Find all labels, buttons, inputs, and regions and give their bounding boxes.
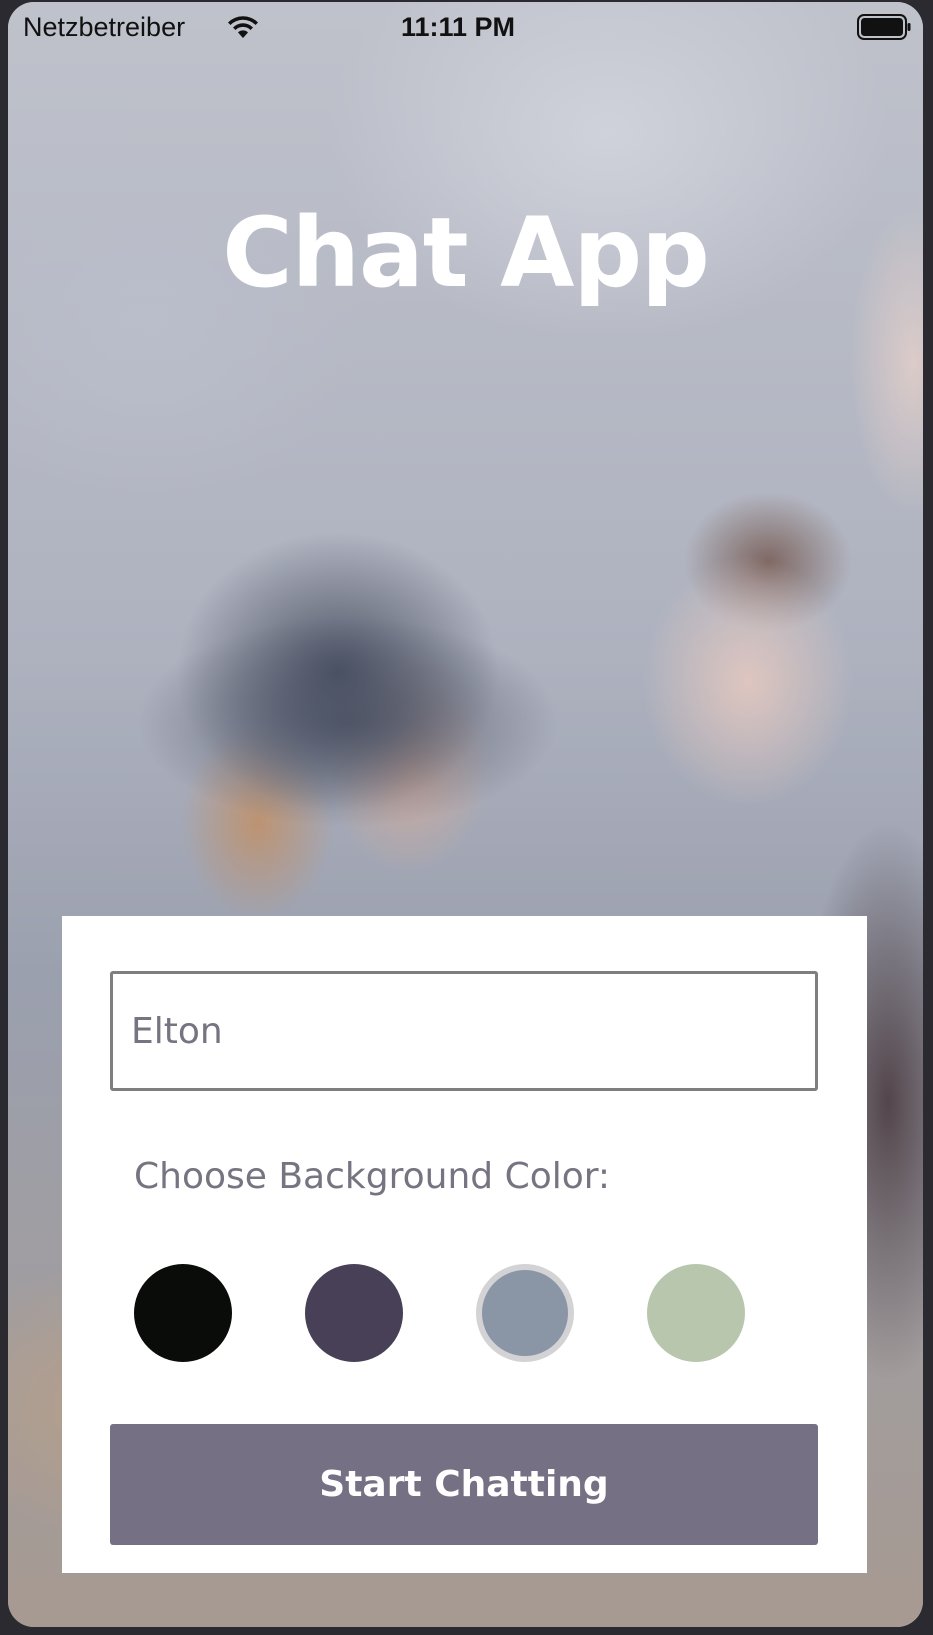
start-card: Choose Background Color: Start Chatting <box>62 916 867 1573</box>
status-bar: Netzbetreiber 11:11 PM <box>8 2 923 56</box>
start-chatting-button[interactable]: Start Chatting <box>110 1424 818 1545</box>
color-swatch-gray[interactable] <box>476 1264 574 1362</box>
color-swatch-green[interactable] <box>647 1264 745 1362</box>
status-time: 11:11 PM <box>400 12 516 42</box>
color-swatch-black[interactable] <box>134 1264 232 1362</box>
color-swatches <box>134 1264 754 1364</box>
app-title: Chat App <box>222 197 710 309</box>
name-input[interactable] <box>110 971 818 1091</box>
phone-screen: Netzbetreiber 11:11 PM Chat App Choose B… <box>8 2 923 1627</box>
battery-icon <box>857 14 911 40</box>
color-swatch-purple[interactable] <box>305 1264 403 1362</box>
color-choice-label: Choose Background Color: <box>134 1156 611 1197</box>
